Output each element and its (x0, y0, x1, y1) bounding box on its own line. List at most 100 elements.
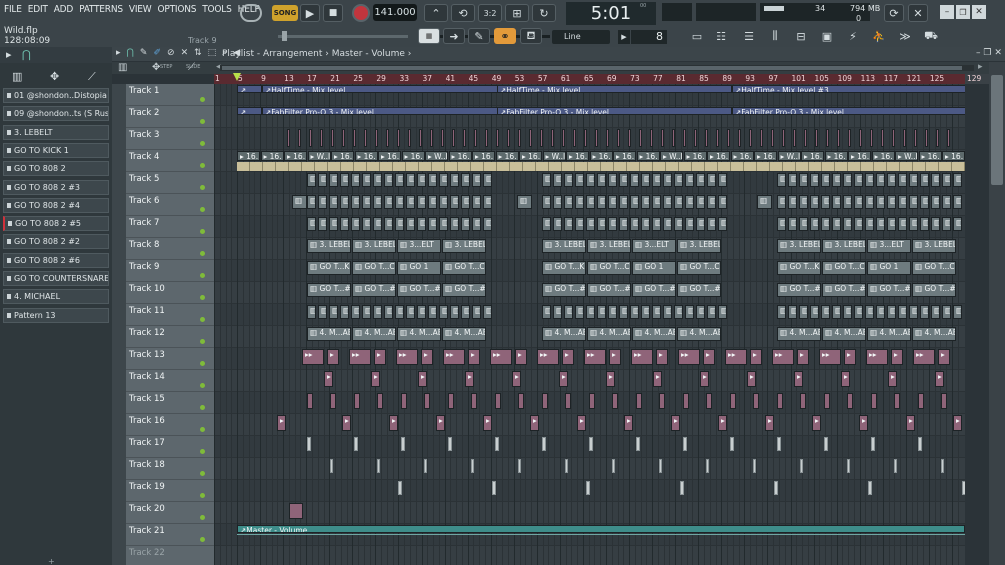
pattern-clip[interactable]: ▥ (307, 305, 316, 319)
pattern-clip[interactable]: ▥ 3. LEBELT (822, 239, 866, 253)
drum-clip[interactable] (471, 459, 474, 473)
pattern-clip[interactable]: ▥ (395, 173, 404, 187)
note-clip[interactable] (287, 129, 290, 147)
pattern-clip[interactable]: ▥ (461, 173, 470, 187)
pattern-clip[interactable]: ▥ (318, 173, 327, 187)
note-clip[interactable] (824, 393, 830, 409)
drum-clip[interactable] (894, 459, 897, 473)
pattern-clip[interactable]: ▥ (597, 195, 606, 209)
note-clip[interactable] (377, 393, 383, 409)
pattern-clip[interactable]: ▥ (777, 173, 786, 187)
record-button[interactable] (352, 4, 370, 22)
note-clip[interactable] (408, 129, 411, 147)
pattern-clip[interactable]: ▥ (810, 173, 819, 187)
track-enable-led[interactable] (200, 515, 205, 520)
pattern-clip[interactable]: ▥ (608, 217, 617, 231)
pattern-clip[interactable]: ▥ 3. LEBELT (352, 239, 396, 253)
countdown-button[interactable]: 3:2 (478, 4, 502, 22)
pattern-clip[interactable]: ▥ (718, 305, 727, 319)
note-clip[interactable] (760, 129, 763, 147)
note-clip[interactable] (683, 393, 689, 409)
track-header[interactable]: Track 7 (126, 216, 214, 238)
pattern-clip[interactable]: ▥ (619, 195, 628, 209)
track-enable-led[interactable] (200, 427, 205, 432)
note-clip[interactable] (463, 129, 466, 147)
pattern-clip[interactable]: ▥ GO T...#2 (307, 283, 351, 297)
track-header[interactable]: Track 4 (126, 150, 214, 172)
note-clip[interactable]: ▸ (747, 371, 756, 387)
pattern-clip[interactable]: ▥ 4. M...AEL (822, 327, 866, 341)
drum-clip[interactable] (565, 459, 568, 473)
pattern-clip[interactable]: ▥ (674, 195, 683, 209)
project-browser-button[interactable]: ≫ (896, 28, 914, 44)
note-clip[interactable] (894, 393, 900, 409)
pattern-clip[interactable]: ▥ (417, 217, 426, 231)
pattern-clip[interactable]: ▥ 4. M...AEL (352, 327, 396, 341)
pattern-clip[interactable]: ▥ (832, 305, 841, 319)
note-clip[interactable] (298, 129, 301, 147)
pattern-clip[interactable]: ▥ (406, 305, 415, 319)
drum-clip[interactable] (753, 459, 756, 473)
pattern-clip[interactable]: ▥ (685, 195, 694, 209)
pattern-clip[interactable]: ▥ (854, 173, 863, 187)
note-clip[interactable]: ▸ (859, 415, 868, 431)
plugin-picker-button[interactable]: ▣ (818, 28, 836, 44)
note-clip[interactable] (738, 129, 741, 147)
pattern-clip[interactable]: ▥ 4. M...AEL (542, 327, 586, 341)
automation-clip[interactable]: ↗HalfTime - Mix level (497, 85, 732, 93)
tempo-display[interactable]: 141.000 (373, 4, 417, 21)
note-clip[interactable]: ▸▸ (302, 349, 324, 365)
pattern-clip[interactable]: ▥ (428, 173, 437, 187)
pattern-clip[interactable]: ▥ (821, 195, 830, 209)
pattern-clip[interactable]: ▥ (652, 217, 661, 231)
pattern-clip[interactable]: ▥ (854, 195, 863, 209)
note-clip[interactable]: ▸ (703, 349, 715, 365)
pattern-clip[interactable]: ▥ (329, 217, 338, 231)
audio-clip[interactable]: ▸ 16. CAIRO (566, 151, 589, 161)
automation-clip[interactable]: ↗HalfTime - Mix level (262, 85, 522, 93)
drum-clip[interactable] (377, 459, 380, 473)
pattern-clip[interactable]: ▥ (340, 305, 349, 319)
pattern-clip[interactable]: ▥ (854, 217, 863, 231)
pattern-clip[interactable]: ▥ (652, 173, 661, 187)
pattern-clip[interactable]: ▥ (685, 173, 694, 187)
pattern-clip[interactable]: ▥ (608, 173, 617, 187)
track-enable-led[interactable] (200, 97, 205, 102)
note-clip[interactable] (661, 129, 664, 147)
pattern-clip[interactable]: ▥ (384, 173, 393, 187)
pattern-clip[interactable]: ▥ GO T...#3 (822, 283, 866, 297)
delete-icon[interactable]: ⊘ (167, 48, 175, 58)
pattern-clip[interactable]: ▥ (931, 195, 940, 209)
master-pitch-handle[interactable] (282, 31, 287, 41)
note-clip[interactable] (471, 393, 477, 409)
track-enable-led[interactable] (200, 273, 205, 278)
note-clip[interactable] (881, 129, 884, 147)
arrow-icon[interactable]: ▸ (116, 48, 121, 58)
pattern-clip[interactable]: ▥ GO T...CK 1 (442, 261, 486, 275)
drum-clip[interactable] (401, 437, 405, 451)
pattern-clip[interactable]: ▥ GO T...CK 1 (352, 261, 396, 275)
automation-clip[interactable]: ↗HalfTime - Mix level #3 (732, 85, 965, 93)
pattern-clip[interactable]: ▥ (340, 173, 349, 187)
note-clip[interactable]: ▸ (797, 349, 809, 365)
pattern-clip[interactable]: ▥ (674, 173, 683, 187)
note-clip[interactable] (826, 129, 829, 147)
pattern-clip[interactable]: ▥ GO T...#6 (912, 283, 956, 297)
drum-clip[interactable] (868, 481, 872, 495)
note-clip[interactable] (859, 129, 862, 147)
note-clip[interactable]: ▸▸ (537, 349, 559, 365)
note-clip[interactable] (716, 129, 719, 147)
note-clip[interactable] (936, 129, 939, 147)
pattern-clip[interactable]: ▥ (663, 305, 672, 319)
horizontal-scroll-thumb[interactable] (222, 66, 962, 70)
audio-clip[interactable]: ▸ W..I C (660, 151, 683, 161)
pattern-clip[interactable]: ▥ (553, 305, 562, 319)
pattern-clip[interactable]: ▥ GO T...CK 1 (912, 261, 956, 275)
pattern-clip[interactable]: ▥ (843, 195, 852, 209)
track-header[interactable]: Track 5 (126, 172, 214, 194)
pattern-clip[interactable]: ▥ (329, 195, 338, 209)
wait-input-button[interactable]: ⟲ (451, 4, 475, 22)
pattern-clip[interactable]: ▥ (953, 305, 962, 319)
note-clip[interactable]: ▸ (888, 371, 897, 387)
pattern-mode-button[interactable]: ▦ (418, 28, 440, 44)
